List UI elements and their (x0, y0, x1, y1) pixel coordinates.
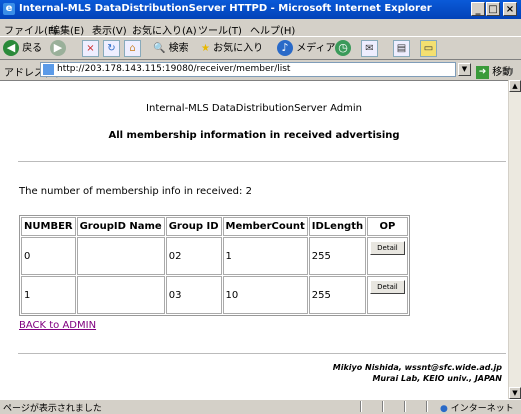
maximize-button[interactable]: □ (486, 2, 500, 16)
detail-button[interactable]: Detail (370, 241, 405, 255)
media-label: メディア (296, 43, 336, 54)
signature-author: Mikiyo Nishida, wssnt@sfc.wide.ad.jp (332, 363, 502, 372)
table-header-row: NUMBER GroupID Name Group ID MemberCount… (21, 217, 408, 236)
search-label: 検索 (168, 43, 189, 54)
header-member-count: MemberCount (222, 217, 308, 236)
scroll-down-icon[interactable]: ▼ (509, 387, 521, 399)
refresh-button[interactable]: ↻ (103, 40, 120, 57)
status-bar: ページが表示されました ● インターネット (0, 399, 521, 414)
search-button[interactable]: 🔍 検索 (153, 40, 189, 57)
refresh-icon: ↻ (103, 40, 120, 57)
history-icon: ◷ (335, 40, 351, 56)
mail-icon: ✉ (361, 40, 378, 57)
detail-button[interactable]: Detail (370, 280, 405, 294)
status-text: ページが表示されました (3, 404, 102, 414)
edit-button[interactable]: ▭ (420, 40, 437, 57)
stop-icon: × (82, 40, 99, 57)
home-button[interactable]: ⌂ (124, 40, 141, 57)
zone-indicator: ● インターネット (440, 401, 514, 414)
back-to-admin-link[interactable]: BACK to ADMIN (19, 320, 96, 331)
forward-arrow-icon: ▶ (50, 40, 66, 56)
header-number: NUMBER (21, 217, 76, 236)
minimize-button[interactable]: _ (471, 2, 485, 16)
menu-bar: ファイル(F) 編集(E) 表示(V) お気に入り(A) ツール(T) ヘルプ(… (0, 19, 521, 37)
stop-button[interactable]: × (82, 40, 99, 57)
media-icon: ♪ (277, 40, 293, 56)
menu-help[interactable]: ヘルプ(H) (250, 22, 295, 37)
close-button[interactable]: × (503, 2, 517, 16)
menu-edit[interactable]: 編集(E) (50, 22, 84, 37)
home-icon: ⌂ (124, 40, 141, 57)
window-title: Internal-MLS DataDistributionServer HTTP… (19, 3, 432, 14)
page-icon (43, 64, 54, 75)
header-group-name: GroupID Name (76, 217, 165, 236)
back-arrow-icon: ◀ (3, 40, 19, 56)
cell-group-name (76, 237, 165, 275)
cell-op: Detail (367, 237, 408, 275)
header-op: OP (367, 217, 408, 236)
history-button[interactable]: ◷ (335, 40, 351, 57)
address-bar: アドレス(D) http://203.178.143.115:19080/rec… (0, 60, 521, 109)
table-row: 1 03 10 255 Detail (21, 276, 408, 314)
cell-member-count: 1 (222, 237, 308, 275)
search-icon: 🔍 (153, 43, 166, 54)
address-dropdown-icon[interactable]: ▼ (458, 63, 471, 76)
menu-favorites[interactable]: お気に入り(A) (132, 22, 197, 37)
cell-id-length: 255 (308, 237, 367, 275)
folder-icon: ▭ (420, 40, 437, 57)
cell-number: 1 (21, 276, 76, 314)
divider (18, 353, 506, 354)
print-icon: ▤ (393, 40, 410, 57)
mail-button[interactable]: ✉ (361, 40, 378, 57)
ie-icon: e (3, 3, 15, 15)
page-heading: All membership information in received a… (108, 130, 400, 141)
header-id-length: IDLength (308, 217, 367, 236)
membership-table: NUMBER GroupID Name Group ID MemberCount… (19, 215, 410, 316)
address-input[interactable]: http://203.178.143.115:19080/receiver/me… (40, 62, 456, 77)
cell-group-name (76, 276, 165, 314)
cell-number: 0 (21, 237, 76, 275)
header-group-id: Group ID (165, 217, 222, 236)
signature-lab: Murai Lab, KEIO univ., JAPAN (372, 374, 502, 383)
favorites-label: お気に入り (213, 43, 264, 54)
back-button[interactable]: ◀ 戻る (3, 40, 42, 57)
scroll-up-icon[interactable]: ▲ (509, 80, 521, 92)
divider (18, 161, 506, 162)
media-button[interactable]: ♪ メディア (277, 40, 336, 57)
count-text: The number of membership info in receive… (19, 186, 252, 197)
cell-member-count: 10 (222, 276, 308, 314)
cell-group-id: 02 (165, 237, 222, 275)
admin-title: Internal-MLS DataDistributionServer Admi… (146, 103, 362, 114)
status-separator (404, 401, 406, 412)
favorites-button[interactable]: ★ お気に入り (201, 40, 263, 57)
page-content: Internal-MLS DataDistributionServer Admi… (0, 80, 508, 399)
status-separator (382, 401, 384, 412)
title-bar: e Internal-MLS DataDistributionServer HT… (0, 0, 521, 19)
vertical-scrollbar[interactable]: ▲ ▼ (508, 80, 521, 399)
cell-op: Detail (367, 276, 408, 314)
star-icon: ★ (201, 43, 210, 54)
address-url: http://203.178.143.115:19080/receiver/me… (57, 64, 291, 74)
status-separator (360, 401, 362, 412)
cell-id-length: 255 (308, 276, 367, 314)
print-button[interactable]: ▤ (393, 40, 410, 57)
table-row: 0 02 1 255 Detail (21, 237, 408, 275)
menu-tools[interactable]: ツール(T) (198, 22, 242, 37)
cell-group-id: 03 (165, 276, 222, 314)
back-label: 戻る (22, 43, 43, 54)
toolbar: ◀ 戻る ▶ × ↻ ⌂ 🔍 検索 ★ お気に入り ♪ メディア ◷ ✉ ▤ ▭ (0, 36, 521, 60)
menu-view[interactable]: 表示(V) (92, 22, 127, 37)
forward-button[interactable]: ▶ (50, 40, 66, 57)
go-arrow-icon: ➜ (476, 65, 489, 79)
status-separator (426, 401, 428, 412)
